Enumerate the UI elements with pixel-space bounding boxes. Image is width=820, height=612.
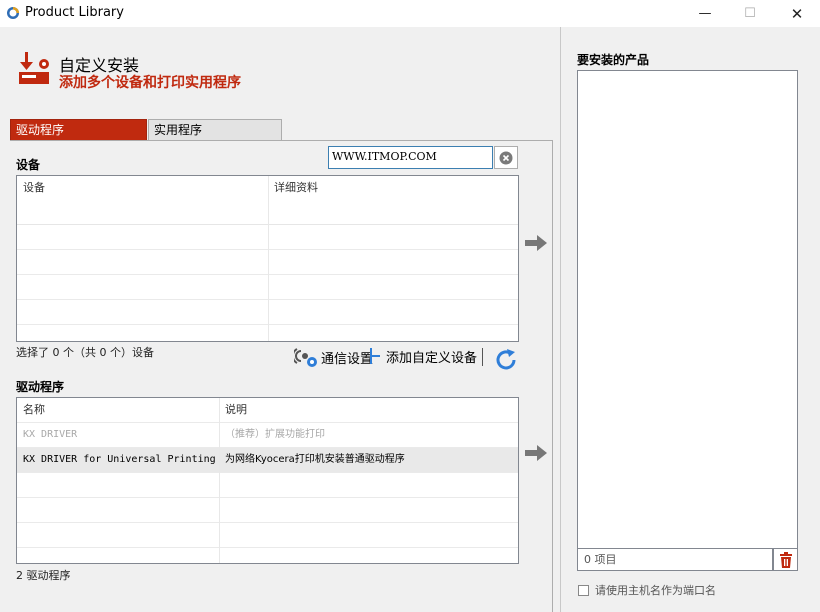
column-header-name[interactable]: 名称 <box>17 398 217 423</box>
trash-icon <box>779 551 792 568</box>
drivers-table[interactable]: 名称 说明 KX DRIVER （推荐）扩展功能打印 KX DRIVER for… <box>16 397 519 564</box>
close-button[interactable]: ✕ <box>774 0 820 27</box>
driver-description: 为网络Kyocera打印机安装普通驱动程序 <box>225 454 405 465</box>
products-to-install-title: 要安装的产品 <box>577 53 650 67</box>
page-subtitle: 添加多个设备和打印实用程序 <box>59 75 241 91</box>
devices-table[interactable]: 设备 详细资料 <box>16 175 519 342</box>
minimize-icon: — <box>698 6 712 21</box>
communication-settings-label: 通信设置 <box>321 351 374 367</box>
table-row <box>17 523 518 548</box>
maximize-icon: ☐ <box>744 6 756 21</box>
maximize-button[interactable]: ☐ <box>727 0 773 27</box>
tab-drivers[interactable]: 驱动程序 <box>10 119 147 141</box>
refresh-icon <box>496 349 516 370</box>
hostname-port-label: 请使用主机名作为端口名 <box>595 584 716 597</box>
drivers-table-header: 名称 说明 <box>17 398 518 423</box>
table-row[interactable]: KX DRIVER for Universal Printing 为网络Kyoc… <box>17 448 518 473</box>
right-arrow-icon <box>525 235 547 251</box>
devices-status: 选择了 0 个（共 0 个）设备 <box>16 346 154 359</box>
add-custom-device-button[interactable]: 添加自定义设备 <box>369 346 477 366</box>
install-printer-icon <box>19 52 49 84</box>
devices-section-label: 设备 <box>16 158 41 172</box>
hostname-port-option[interactable]: 请使用主机名作为端口名 <box>578 582 716 598</box>
add-device-to-list-button[interactable] <box>524 234 548 252</box>
add-driver-to-list-button[interactable] <box>524 444 548 462</box>
hostname-port-checkbox[interactable] <box>578 584 589 596</box>
add-custom-device-label: 添加自定义设备 <box>386 350 478 366</box>
window-title: Product Library <box>25 5 124 20</box>
column-divider <box>268 176 269 341</box>
title-bar: Product Library — ☐ ✕ <box>0 0 820 27</box>
add-device-icon <box>370 348 380 364</box>
close-icon: ✕ <box>790 4 804 23</box>
minimize-button[interactable]: — <box>682 0 728 27</box>
driver-name: KX DRIVER <box>23 429 78 440</box>
search-clear-button[interactable] <box>494 146 518 169</box>
table-row[interactable]: KX DRIVER （推荐）扩展功能打印 <box>17 423 518 448</box>
refresh-button[interactable] <box>494 348 518 372</box>
right-arrow-icon <box>525 445 547 461</box>
device-search-input[interactable]: WWW.ITMOP.COM <box>328 146 493 169</box>
table-row <box>17 473 518 498</box>
clear-icon <box>499 151 513 164</box>
communication-settings-button[interactable]: 通信设置 <box>294 346 373 368</box>
communication-settings-icon <box>294 348 317 367</box>
table-row <box>17 498 518 523</box>
drivers-section-label: 驱动程序 <box>16 380 65 394</box>
column-header-details[interactable]: 详细资料 <box>268 180 518 196</box>
selected-items-count: 0 项目 <box>577 548 773 571</box>
remove-item-button[interactable] <box>773 548 798 571</box>
column-header-description[interactable]: 说明 <box>219 398 518 423</box>
driver-name: KX DRIVER for Universal Printing <box>23 454 216 465</box>
column-header-device[interactable]: 设备 <box>17 180 267 196</box>
tab-utilities[interactable]: 实用程序 <box>148 119 282 141</box>
drivers-status: 2 驱动程序 <box>16 569 71 582</box>
products-to-install-list[interactable] <box>577 70 798 549</box>
driver-description: （推荐）扩展功能打印 <box>225 429 325 440</box>
product-library-icon <box>7 7 19 19</box>
toolbar-divider <box>482 348 483 366</box>
column-divider <box>219 398 220 563</box>
pane-divider <box>560 27 561 612</box>
